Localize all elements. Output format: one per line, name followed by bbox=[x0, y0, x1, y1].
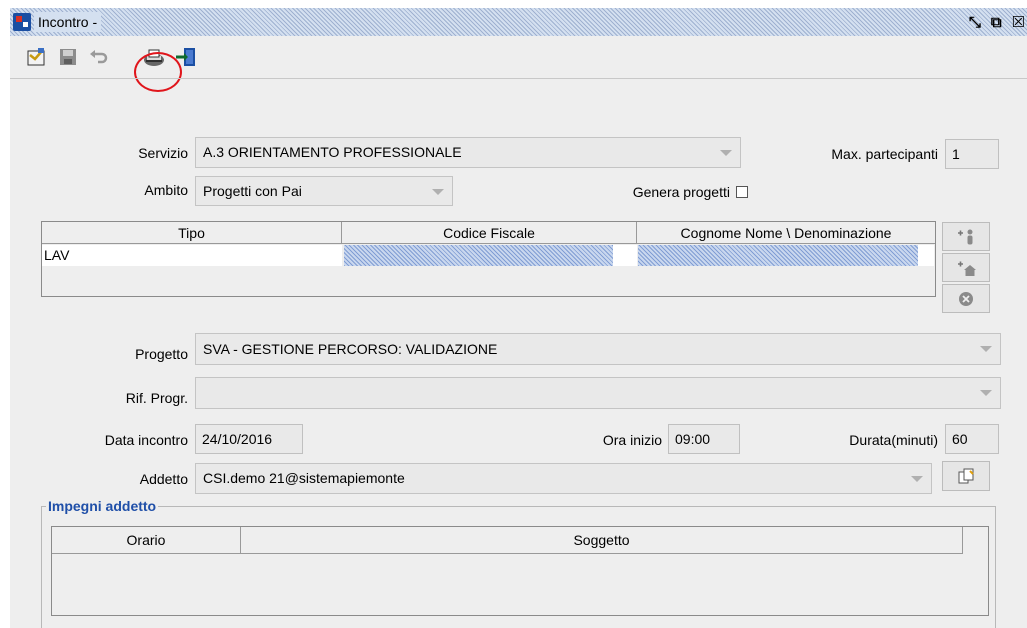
cell-tail bbox=[918, 245, 934, 266]
chevron-down-icon bbox=[432, 189, 444, 195]
app-logo-icon bbox=[13, 13, 31, 31]
max-partecipanti-label: Max. partecipanti bbox=[831, 146, 938, 162]
cell-tipo[interactable]: LAV bbox=[42, 245, 342, 266]
max-partecipanti-field[interactable]: 1 bbox=[945, 139, 999, 169]
remove-circle-icon bbox=[959, 291, 973, 306]
addetto-value: CSI.demo 21@sistemapiemonte bbox=[203, 470, 405, 486]
cell-codice-fiscale[interactable] bbox=[344, 245, 613, 266]
rif-progr-select[interactable] bbox=[195, 377, 1001, 409]
chevron-down-icon bbox=[911, 476, 923, 482]
durata-field[interactable]: 60 bbox=[945, 424, 999, 454]
window-title: Incontro - bbox=[34, 12, 102, 32]
genera-progetti-checkbox[interactable] bbox=[736, 186, 748, 198]
ambito-select[interactable]: Progetti con Pai bbox=[195, 176, 453, 206]
progetto-label: Progetto bbox=[135, 346, 188, 362]
addetto-lookup-button[interactable] bbox=[942, 461, 990, 491]
add-company-icon bbox=[958, 261, 976, 276]
progetto-select[interactable]: SVA - GESTIONE PERCORSO: VALIDAZIONE bbox=[195, 333, 1001, 365]
save-icon[interactable] bbox=[56, 45, 80, 69]
add-person-icon bbox=[958, 229, 973, 244]
column-header-tipo[interactable]: Tipo bbox=[42, 222, 342, 244]
close-window-icon[interactable]: ☒ bbox=[1012, 12, 1025, 32]
new-icon[interactable] bbox=[24, 45, 48, 69]
durata-label: Durata(minuti) bbox=[849, 432, 938, 448]
copy-document-icon bbox=[958, 468, 974, 484]
ora-inizio-label: Ora inizio bbox=[602, 432, 662, 448]
remove-row-button[interactable] bbox=[942, 284, 990, 313]
data-incontro-field[interactable]: 24/10/2016 bbox=[195, 424, 303, 454]
progetto-value: SVA - GESTIONE PERCORSO: VALIDAZIONE bbox=[203, 341, 498, 357]
print-highlight-circle bbox=[134, 52, 182, 92]
cell-cognome-nome[interactable] bbox=[638, 245, 918, 266]
undo-icon[interactable] bbox=[86, 45, 110, 69]
column-header-orario[interactable]: Orario bbox=[52, 527, 241, 554]
minimize-window-icon[interactable]: ⤡ bbox=[969, 12, 981, 32]
maximize-window-icon[interactable]: ⧉ bbox=[991, 12, 1002, 32]
chevron-down-icon bbox=[980, 346, 992, 352]
impegni-addetto-legend: Impegni addetto bbox=[46, 497, 159, 515]
genera-progetti-label: Genera progetti bbox=[632, 184, 730, 200]
addetto-select[interactable]: CSI.demo 21@sistemapiemonte bbox=[195, 463, 932, 494]
title-bar[interactable]: Incontro - ⤡ ⧉ ☒ bbox=[10, 8, 1027, 36]
participants-table: Tipo Codice Fiscale Cognome Nome \ Denom… bbox=[41, 221, 936, 297]
servizio-select[interactable]: A.3 ORIENTAMENTO PROFESSIONALE bbox=[195, 137, 741, 168]
add-person-button[interactable] bbox=[942, 222, 990, 251]
servizio-value: A.3 ORIENTAMENTO PROFESSIONALE bbox=[203, 144, 462, 160]
servizio-label: Servizio bbox=[138, 145, 188, 161]
chevron-down-icon bbox=[980, 390, 992, 396]
chevron-down-icon bbox=[720, 150, 732, 156]
add-company-button[interactable] bbox=[942, 253, 990, 282]
rif-progr-label: Rif. Progr. bbox=[125, 390, 188, 406]
ambito-label: Ambito bbox=[144, 182, 188, 198]
incontro-window: Incontro - ⤡ ⧉ ☒ Servizio A.3 ORIENTAMEN… bbox=[10, 8, 1027, 628]
addetto-label: Addetto bbox=[139, 471, 188, 487]
ora-inizio-field[interactable]: 09:00 bbox=[668, 424, 740, 454]
cell-gap bbox=[613, 245, 637, 266]
window-controls: ⤡ ⧉ ☒ bbox=[969, 12, 1025, 32]
toolbar-separator bbox=[10, 78, 1027, 79]
column-header-codice-fiscale[interactable]: Codice Fiscale bbox=[342, 222, 637, 244]
impegni-table: Orario Soggetto bbox=[51, 526, 989, 616]
column-header-soggetto[interactable]: Soggetto bbox=[241, 527, 963, 554]
column-header-cognome-nome[interactable]: Cognome Nome \ Denominazione bbox=[637, 222, 935, 244]
data-incontro-label: Data incontro bbox=[104, 432, 188, 448]
ambito-value: Progetti con Pai bbox=[203, 183, 302, 199]
